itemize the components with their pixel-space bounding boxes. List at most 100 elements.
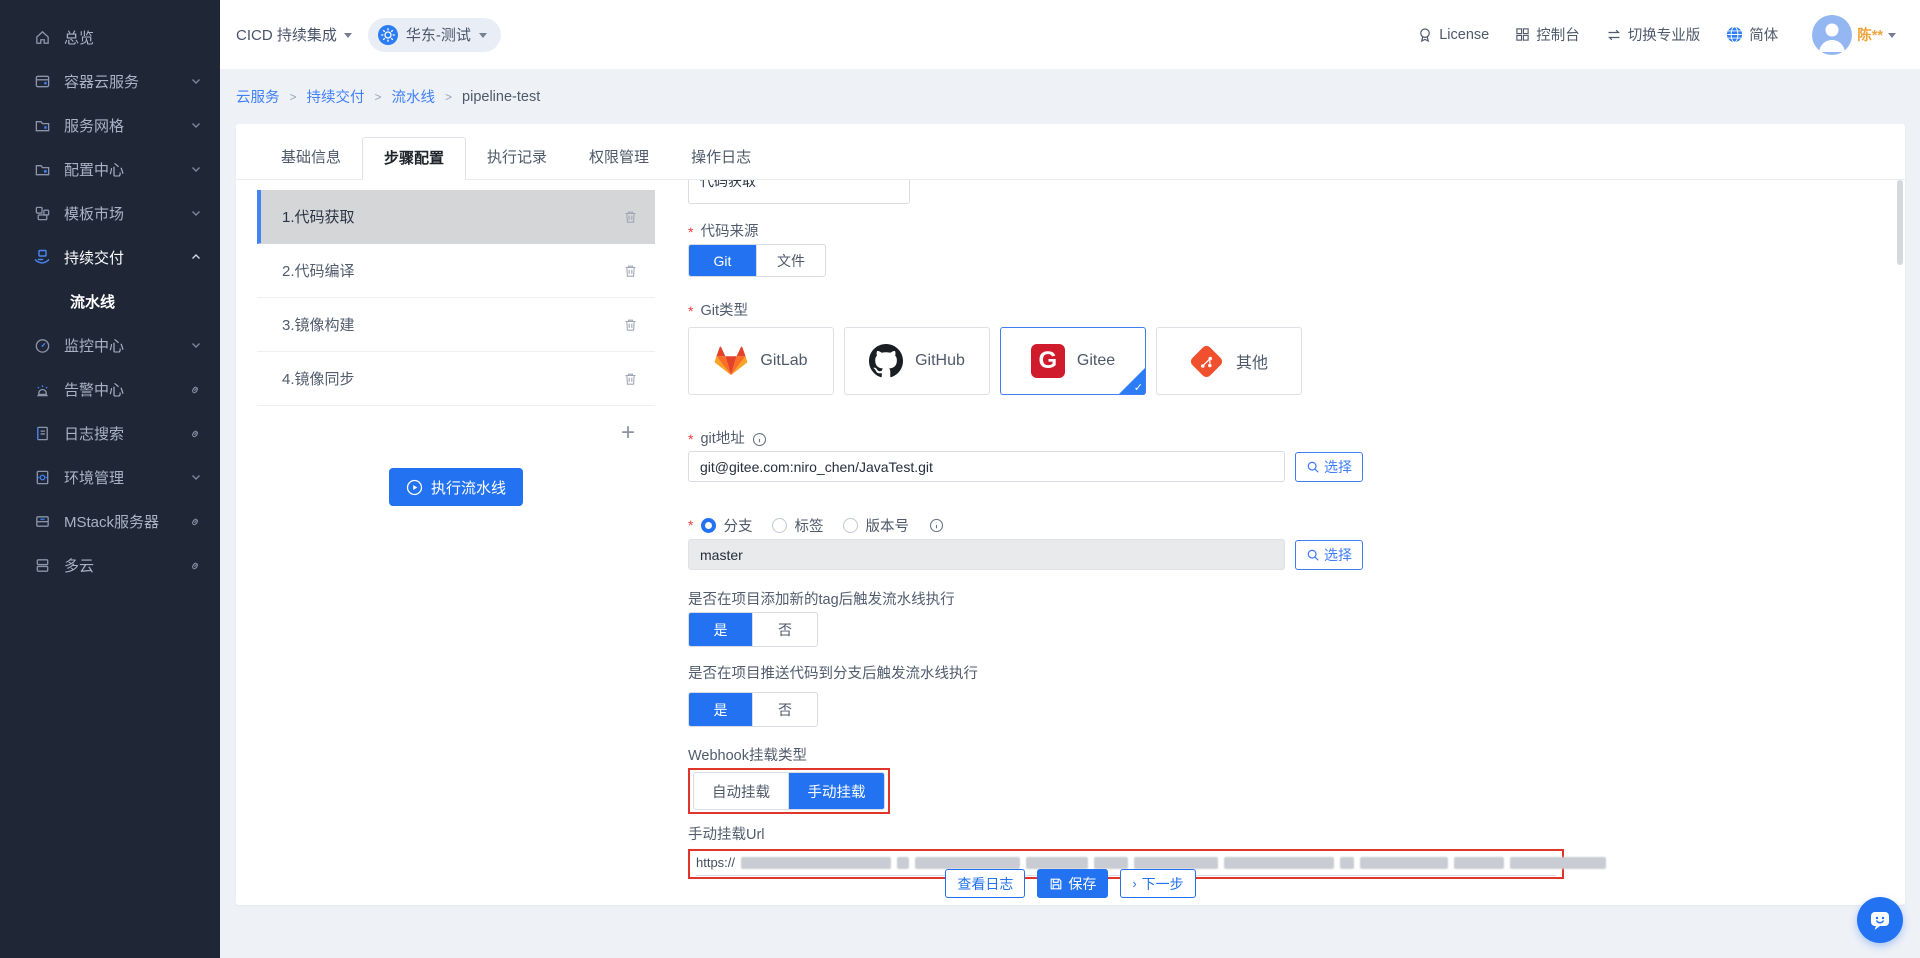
source-toggle: Git 文件	[688, 244, 826, 277]
sidebar-item-multi-cloud[interactable]: 多云	[0, 543, 220, 587]
switch-pro-button[interactable]: 切换专业版	[1606, 24, 1701, 45]
step-label: 1.代码获取	[282, 206, 355, 227]
git-type-github[interactable]: GitHub	[844, 327, 990, 395]
alarm-center-icon	[33, 380, 51, 398]
step-item-image-sync[interactable]: 4.镜像同步	[257, 352, 655, 406]
info-icon[interactable]	[752, 432, 767, 447]
external-link-icon	[189, 383, 202, 396]
radio-icon	[772, 518, 787, 533]
tab-step-config[interactable]: 步骤配置	[362, 137, 466, 180]
step-label: 3.镜像构建	[282, 314, 355, 335]
chevron-down-icon	[190, 163, 202, 175]
sidebar-item-overview[interactable]: 总览	[0, 15, 220, 59]
globe-icon	[1726, 26, 1743, 43]
form-scrollbar[interactable]	[1897, 180, 1903, 265]
step-name-input[interactable]: 代码获取	[688, 180, 910, 204]
external-link-icon	[189, 559, 202, 572]
git-type-gitlab[interactable]: GitLab	[688, 327, 834, 395]
webhook-manual[interactable]: 手动挂载	[789, 773, 884, 809]
console-label: 控制台	[1536, 24, 1580, 45]
source-option-file[interactable]: 文件	[757, 245, 825, 276]
push-trigger-yes[interactable]: 是	[689, 693, 753, 726]
run-pipeline-button[interactable]: 执行流水线	[389, 468, 523, 506]
sidebar-item-env-management[interactable]: 环境管理	[0, 455, 220, 499]
sidebar-item-log-search[interactable]: 日志搜索	[0, 411, 220, 455]
delete-step-icon[interactable]	[623, 317, 638, 333]
product-switcher[interactable]: CICD 持续集成	[236, 24, 352, 45]
config-center-icon	[33, 160, 51, 178]
git-type-other[interactable]: 其他	[1156, 327, 1302, 395]
chat-support-button[interactable]	[1857, 897, 1903, 943]
user-menu[interactable]: 陈**	[1812, 15, 1896, 55]
push-trigger-no[interactable]: 否	[753, 693, 817, 726]
github-icon	[869, 344, 903, 378]
tag-trigger-no[interactable]: 否	[753, 613, 817, 646]
git-type-label: * Git类型	[688, 301, 1905, 321]
sidebar-item-container-cloud[interactable]: 容器云服务	[0, 59, 220, 103]
radio-branch[interactable]: 分支	[701, 515, 752, 536]
console-grid-icon	[1515, 27, 1530, 42]
run-pipeline-label: 执行流水线	[431, 477, 506, 498]
git-url-select-button[interactable]: 选择	[1295, 452, 1363, 482]
delete-step-icon[interactable]	[623, 371, 638, 387]
next-step-button[interactable]: › 下一步	[1120, 869, 1195, 898]
webhook-auto[interactable]: 自动挂载	[694, 773, 789, 809]
sidebar-item-label: 模板市场	[64, 203, 124, 224]
sidebar-item-config-center[interactable]: 配置中心	[0, 147, 220, 191]
license-label: License	[1439, 27, 1489, 43]
step-item-code-fetch[interactable]: 1.代码获取	[257, 190, 655, 244]
container-cloud-icon	[33, 72, 51, 90]
tag-trigger-yes[interactable]: 是	[689, 613, 753, 646]
breadcrumb: 云服务 > 持续交付 > 流水线 > pipeline-test	[220, 69, 1920, 124]
region-selector[interactable]: 华东-测试	[368, 18, 501, 52]
form-footer: 查看日志 保存 › 下一步	[236, 869, 1905, 898]
sidebar-item-template-market[interactable]: 模板市场	[0, 191, 220, 235]
sidebar-item-monitor-center[interactable]: 监控中心	[0, 323, 220, 367]
tab-basic-info[interactable]: 基础信息	[260, 137, 362, 179]
license-button[interactable]: License	[1417, 27, 1489, 43]
chevron-down-icon	[344, 33, 352, 42]
tab-operation-log[interactable]: 操作日志	[670, 137, 772, 179]
log-search-icon	[33, 424, 51, 442]
git-url-input[interactable]: git@gitee.com:niro_chen/JavaTest.git	[688, 451, 1285, 482]
save-button[interactable]: 保存	[1037, 869, 1108, 898]
git-type-gitee[interactable]: G Gitee ✓	[1000, 327, 1146, 395]
sidebar-item-mstack-server[interactable]: MStack服务器	[0, 499, 220, 543]
tab-permission[interactable]: 权限管理	[568, 137, 670, 179]
locale-button[interactable]: 简体	[1726, 24, 1778, 45]
radio-version[interactable]: 版本号	[843, 515, 909, 536]
url-prefix: https://	[696, 855, 735, 870]
product-switcher-label: CICD 持续集成	[236, 24, 337, 45]
sidebar-item-continuous-delivery[interactable]: 持续交付	[0, 235, 220, 279]
breadcrumb-link[interactable]: 流水线	[392, 86, 436, 107]
redacted-block	[1026, 857, 1088, 869]
delete-step-icon[interactable]	[623, 263, 638, 279]
step-item-image-build[interactable]: 3.镜像构建	[257, 298, 655, 352]
sidebar-item-label: 日志搜索	[64, 423, 124, 444]
breadcrumb-current: pipeline-test	[462, 89, 540, 105]
tab-exec-records[interactable]: 执行记录	[466, 137, 568, 179]
tab-bar: 基础信息 步骤配置 执行记录 权限管理 操作日志	[236, 124, 1905, 180]
sidebar-item-service-mesh[interactable]: 服务网格	[0, 103, 220, 147]
radio-tag[interactable]: 标签	[772, 515, 823, 536]
branch-input[interactable]: master	[688, 539, 1285, 570]
branch-select-button[interactable]: 选择	[1295, 540, 1363, 570]
breadcrumb-link[interactable]: 持续交付	[307, 86, 365, 107]
continuous-delivery-icon	[33, 248, 51, 266]
console-button[interactable]: 控制台	[1515, 24, 1580, 45]
push-trigger-label: 是否在项目推送代码到分支后触发流水线执行	[688, 664, 1905, 684]
top-header: CICD 持续集成 华东-测试 License 控制台	[220, 0, 1920, 69]
source-option-git[interactable]: Git	[689, 245, 757, 276]
breadcrumb-link[interactable]: 云服务	[236, 86, 280, 107]
external-link-icon	[189, 515, 202, 528]
sidebar-item-pipeline[interactable]: 流水线	[0, 279, 220, 323]
redacted-block	[1510, 857, 1606, 869]
delete-step-icon[interactable]	[623, 209, 638, 225]
info-icon[interactable]	[929, 518, 944, 533]
step-item-code-compile[interactable]: 2.代码编译	[257, 244, 655, 298]
sidebar-item-alarm-center[interactable]: 告警中心	[0, 367, 220, 411]
service-mesh-icon	[33, 116, 51, 134]
add-step-icon[interactable]: +	[621, 421, 635, 445]
redacted-block	[1134, 857, 1218, 869]
view-log-button[interactable]: 查看日志	[945, 869, 1025, 898]
